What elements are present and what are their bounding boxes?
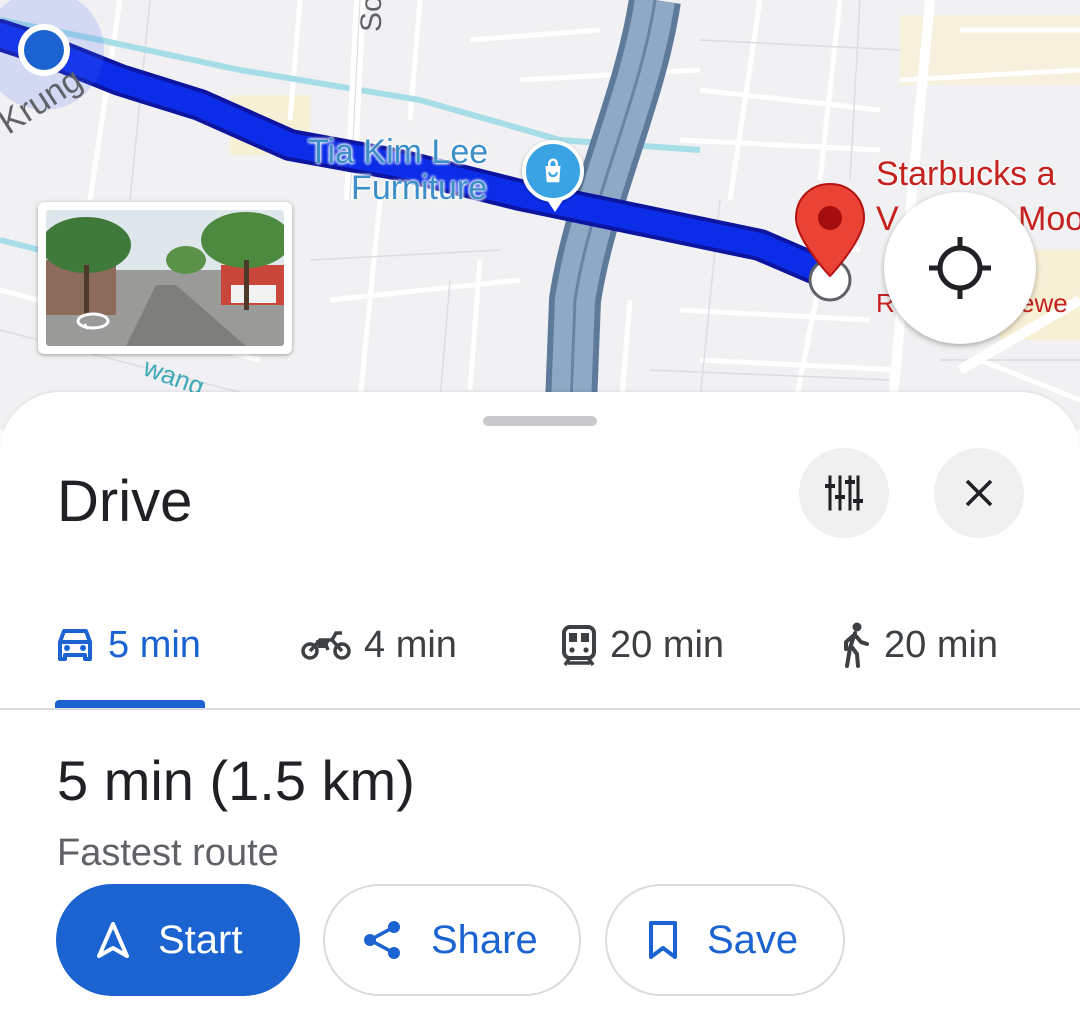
street-view-photo xyxy=(46,210,284,346)
active-tab-indicator xyxy=(55,700,205,708)
tab-walk[interactable]: 20 min xyxy=(838,582,998,708)
my-location-button[interactable] xyxy=(884,192,1036,344)
close-button[interactable] xyxy=(934,448,1024,538)
street-view-thumbnail[interactable] xyxy=(38,202,292,354)
map-view[interactable]: Krung So wang Tia Kim Lee Furniture Star… xyxy=(0,0,1080,430)
poi-label-furniture-line2: Furniture xyxy=(351,169,488,207)
walk-icon xyxy=(838,622,872,668)
route-options-button[interactable] xyxy=(799,448,889,538)
tab-walk-label: 20 min xyxy=(884,623,999,666)
close-icon xyxy=(965,479,993,507)
poi-label-starbucks[interactable]: Starbucks a xyxy=(876,155,1056,193)
share-icon xyxy=(361,919,403,961)
poi-label-furniture-line1: Tia Kim Lee xyxy=(308,133,489,171)
my-location-icon xyxy=(929,237,991,299)
share-button-label: Share xyxy=(431,917,538,962)
start-button[interactable]: Start xyxy=(56,884,300,996)
tab-transit-label: 20 min xyxy=(610,623,725,666)
shopping-bag-icon[interactable] xyxy=(522,140,584,212)
transit-icon xyxy=(560,624,598,666)
share-button[interactable]: Share xyxy=(323,884,581,996)
route-subtitle: Fastest route xyxy=(57,832,279,874)
drag-handle[interactable] xyxy=(483,416,597,426)
start-button-label: Start xyxy=(158,917,243,962)
car-icon xyxy=(54,626,96,664)
destination-pin-icon[interactable] xyxy=(792,180,872,304)
page-title: Drive xyxy=(57,469,193,534)
tune-icon xyxy=(825,475,863,511)
tabs-divider xyxy=(0,708,1080,710)
tab-drive[interactable]: 5 min xyxy=(54,582,201,708)
route-summary: 5 min (1.5 km) xyxy=(57,749,415,812)
navigation-arrow-icon xyxy=(96,921,130,959)
save-button[interactable]: Save xyxy=(605,884,845,996)
tab-motorcycle-label: 4 min xyxy=(364,623,457,666)
rotate-360-icon xyxy=(76,312,110,330)
poi-label-furniture[interactable]: Tia Kim Lee Furniture xyxy=(308,134,488,206)
street-label-so: So xyxy=(355,0,388,32)
tab-transit[interactable]: 20 min xyxy=(560,582,724,708)
directions-sheet: Drive 5 min 4 min 20 min 20 min 5 min (1… xyxy=(0,392,1080,1017)
save-button-label: Save xyxy=(707,917,799,962)
tab-drive-label: 5 min xyxy=(108,623,201,666)
bookmark-icon xyxy=(647,920,679,960)
motorcycle-icon xyxy=(300,628,352,662)
travel-mode-tabs: 5 min 4 min 20 min 20 min xyxy=(0,582,1080,710)
tab-motorcycle[interactable]: 4 min xyxy=(300,582,457,708)
